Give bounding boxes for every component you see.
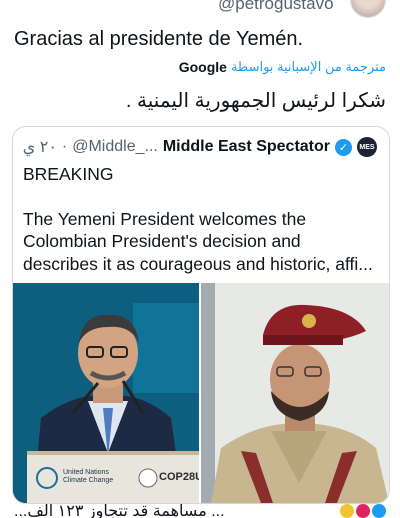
media-image-left[interactable]: United Nations Climate Change COP28UAE (13, 283, 199, 503)
reaction-icon-3 (372, 504, 386, 518)
quoted-tweet-time: ٢٠ ي (22, 139, 57, 156)
un-sign: United Nations Climate Change (63, 469, 113, 485)
quoted-author-handle: @Middle_... (72, 138, 158, 155)
quoted-headline: BREAKING (23, 164, 114, 184)
footer-text: ...مساهمة قد تتجاوز ١٢٣ ألف ... (14, 504, 225, 518)
reaction-icon-2 (356, 504, 370, 518)
quoted-author-avatar: MES (357, 137, 377, 157)
author-handle[interactable]: @petrogustavo (218, 0, 334, 14)
quoted-text: The Yemeni President welcomes the Colomb… (23, 208, 373, 274)
tweet-text: Gracias al presidente de Yemén. (14, 28, 304, 50)
un-sign-line1: United Nations (63, 469, 109, 476)
quoted-tweet-body: BREAKING The Yemeni President welcomes t… (23, 163, 379, 275)
verified-badge-icon: ✓ (335, 138, 352, 156)
media-grid[interactable]: United Nations Climate Change COP28UAE (13, 283, 389, 503)
avatar[interactable] (350, 0, 386, 18)
media-image-right[interactable] (201, 283, 389, 503)
quoted-tweet-header: ٢٠ ي · @Middle_... Middle East Spectator… (23, 137, 377, 157)
tweet-footer: ...مساهمة قد تتجاوز ١٢٣ ألف ... (14, 504, 386, 518)
reaction-icons (340, 504, 386, 518)
reaction-icon-1 (340, 504, 354, 518)
translation-attribution[interactable]: مترجمة من الإسبانية بواسطة Google (179, 59, 386, 75)
translated-text: شكرا لرئيس الجمهورية اليمنية . (125, 90, 386, 112)
un-sign-line2: Climate Change (63, 477, 114, 484)
quoted-tweet[interactable]: ٢٠ ي · @Middle_... Middle East Spectator… (12, 126, 390, 504)
cop28-sign: COP28UAE (159, 471, 199, 483)
google-logo: Google (178, 59, 227, 75)
translation-label: مترجمة من الإسبانية بواسطة (230, 59, 386, 74)
quoted-author-name: Middle East Spectator (162, 138, 330, 155)
officer-illustration (201, 283, 389, 503)
